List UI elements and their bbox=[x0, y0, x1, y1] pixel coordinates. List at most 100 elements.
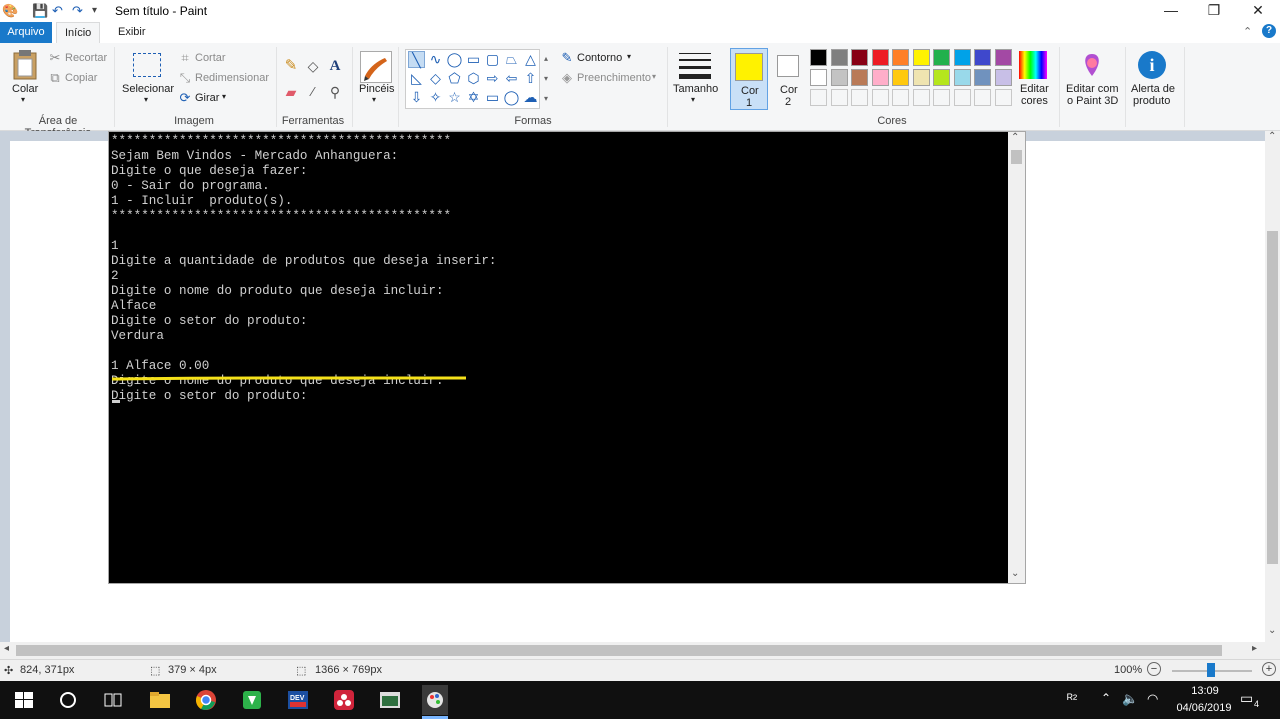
text-icon[interactable]: A bbox=[328, 59, 342, 74]
undo-icon[interactable]: ↶ bbox=[52, 3, 63, 19]
outline-button[interactable]: Contorno bbox=[577, 52, 622, 64]
rect-callout-shape-icon[interactable]: ▭ bbox=[484, 89, 501, 106]
chrome-icon[interactable] bbox=[194, 688, 218, 712]
palette-swatch[interactable] bbox=[892, 49, 909, 66]
redo-icon[interactable]: ↷ bbox=[72, 3, 83, 19]
copy-button[interactable]: Copiar bbox=[65, 72, 97, 84]
palette-swatch[interactable] bbox=[851, 49, 868, 66]
select-icon[interactable] bbox=[133, 53, 161, 77]
palette-swatch[interactable] bbox=[892, 69, 909, 86]
palette-swatch[interactable] bbox=[953, 69, 971, 86]
paint3d-icon[interactable] bbox=[1078, 51, 1106, 79]
palette-swatch[interactable] bbox=[933, 69, 950, 86]
rotate-button[interactable]: Girar bbox=[195, 92, 219, 104]
custom-color-slot[interactable] bbox=[953, 89, 971, 106]
vertical-scroll-thumb[interactable] bbox=[1267, 231, 1278, 564]
four-point-star-shape-icon[interactable]: ✧ bbox=[427, 89, 444, 106]
notification-icon[interactable]: ▭ bbox=[1240, 690, 1253, 707]
zoom-out-icon[interactable]: − bbox=[1147, 662, 1161, 676]
minimize-button[interactable]: — bbox=[1149, 0, 1193, 22]
six-point-star-shape-icon[interactable]: ✡ bbox=[465, 89, 482, 106]
scroll-up-icon[interactable]: ⌃ bbox=[1011, 132, 1019, 143]
brushes-button[interactable]: Pincéis bbox=[359, 83, 394, 95]
brushes-icon[interactable] bbox=[360, 51, 392, 83]
palette-swatch[interactable] bbox=[912, 49, 930, 66]
custom-color-slot[interactable] bbox=[871, 89, 889, 106]
five-point-star-shape-icon[interactable]: ☆ bbox=[446, 89, 463, 106]
size-icon[interactable] bbox=[679, 51, 711, 79]
tab-home[interactable]: Início bbox=[56, 22, 101, 43]
collapse-ribbon-icon[interactable]: ⌃ bbox=[1243, 25, 1252, 38]
palette-swatch[interactable] bbox=[912, 69, 930, 86]
down-arrow-shape-icon[interactable]: ⇩ bbox=[408, 89, 425, 106]
custom-color-slot[interactable] bbox=[994, 89, 1012, 106]
help-icon[interactable]: ? bbox=[1262, 24, 1276, 38]
diamond-shape-icon[interactable]: ◇ bbox=[427, 70, 444, 87]
rounded-rectangle-shape-icon[interactable]: ▢ bbox=[484, 51, 501, 68]
fill-icon[interactable]: ◇ bbox=[306, 59, 320, 73]
select-dropdown-icon[interactable]: ▾ bbox=[144, 95, 148, 104]
right-arrow-shape-icon[interactable]: ⇨ bbox=[484, 70, 501, 87]
custom-color-slot[interactable] bbox=[974, 89, 991, 106]
paint3d-line2[interactable]: o Paint 3D bbox=[1067, 95, 1118, 107]
polygon-shape-icon[interactable]: ⏢ bbox=[503, 51, 520, 68]
palette-swatch[interactable] bbox=[851, 69, 868, 86]
custom-color-slot[interactable] bbox=[851, 89, 868, 106]
horizontal-scrollbar[interactable]: ◂ ▸ bbox=[0, 642, 1280, 659]
pasted-console-image[interactable]: ****************************************… bbox=[108, 131, 1026, 584]
palette-swatch[interactable] bbox=[994, 49, 1012, 66]
edit-colors-line1[interactable]: Editar bbox=[1020, 83, 1049, 95]
palette-swatch[interactable] bbox=[830, 49, 848, 66]
windows-start-icon[interactable] bbox=[12, 688, 36, 712]
paste-icon[interactable] bbox=[11, 49, 39, 81]
red-app-icon[interactable] bbox=[332, 688, 356, 712]
custom-color-slot[interactable] bbox=[892, 89, 909, 106]
oval-callout-shape-icon[interactable]: ◯ bbox=[503, 89, 520, 106]
restore-button[interactable]: ❐ bbox=[1192, 0, 1236, 22]
palette-swatch[interactable] bbox=[871, 49, 889, 66]
palette-swatch[interactable] bbox=[871, 69, 889, 86]
color2-button[interactable]: Cor 2 bbox=[772, 48, 806, 110]
close-button[interactable]: ✕ bbox=[1236, 0, 1280, 22]
pentagon-shape-icon[interactable]: ⬠ bbox=[446, 70, 463, 87]
fill-button[interactable]: Preenchimento bbox=[577, 72, 651, 84]
triangle-shape-icon[interactable]: △ bbox=[522, 51, 539, 68]
scroll-down-icon[interactable]: ⌄ bbox=[1011, 568, 1019, 579]
pencil-icon[interactable]: ✎ bbox=[284, 58, 298, 73]
volume-icon[interactable]: 🔈 bbox=[1122, 691, 1138, 707]
cloud-callout-shape-icon[interactable]: ☁ bbox=[522, 89, 539, 106]
shapes-scroll[interactable]: ▴ ▾ ▾ bbox=[540, 49, 552, 109]
console-window-icon[interactable] bbox=[378, 688, 402, 712]
crop-button[interactable]: Cortar bbox=[195, 52, 226, 64]
palette-swatch[interactable] bbox=[974, 49, 991, 66]
eraser-icon[interactable]: ▰ bbox=[284, 85, 298, 99]
select-button[interactable]: Selecionar bbox=[122, 83, 174, 95]
scroll-left-icon[interactable]: ◂ bbox=[4, 643, 9, 654]
info-icon[interactable]: i bbox=[1138, 51, 1166, 79]
brushes-dropdown-icon[interactable]: ▾ bbox=[372, 95, 376, 104]
paint-taskbar-icon[interactable] bbox=[422, 685, 448, 715]
paint3d-line1[interactable]: Editar com bbox=[1066, 83, 1119, 95]
product-alert-line1[interactable]: Alerta de bbox=[1131, 83, 1175, 95]
fill-dropdown-icon[interactable]: ▾ bbox=[652, 72, 656, 81]
quick-access-dropdown-icon[interactable]: ▾ bbox=[92, 5, 97, 16]
tab-view[interactable]: Exibir bbox=[110, 22, 154, 43]
left-arrow-shape-icon[interactable]: ⇦ bbox=[503, 70, 520, 87]
edit-colors-icon[interactable] bbox=[1019, 51, 1047, 79]
vertical-scrollbar[interactable]: ⌃ ⌄ bbox=[1265, 131, 1280, 642]
up-arrow-shape-icon[interactable]: ⇧ bbox=[522, 70, 539, 87]
outline-dropdown-icon[interactable]: ▾ bbox=[627, 52, 631, 61]
rotate-dropdown-icon[interactable]: ▾ bbox=[222, 92, 226, 101]
green-app-icon[interactable] bbox=[240, 688, 264, 712]
rectangle-shape-icon[interactable]: ▭ bbox=[465, 51, 482, 68]
custom-color-slot[interactable] bbox=[810, 89, 827, 106]
right-triangle-shape-icon[interactable]: ◺ bbox=[408, 70, 425, 87]
oval-shape-icon[interactable]: ◯ bbox=[446, 51, 463, 68]
clock-time[interactable]: 13:09 bbox=[1180, 685, 1230, 697]
hexagon-shape-icon[interactable]: ⬡ bbox=[465, 70, 482, 87]
palette-swatch[interactable] bbox=[933, 49, 950, 66]
scroll-right-icon[interactable]: ▸ bbox=[1252, 643, 1257, 654]
size-dropdown-icon[interactable]: ▾ bbox=[691, 95, 695, 104]
save-icon[interactable]: 💾 bbox=[32, 3, 48, 19]
paint-app-icon[interactable]: 🎨 bbox=[2, 3, 18, 19]
